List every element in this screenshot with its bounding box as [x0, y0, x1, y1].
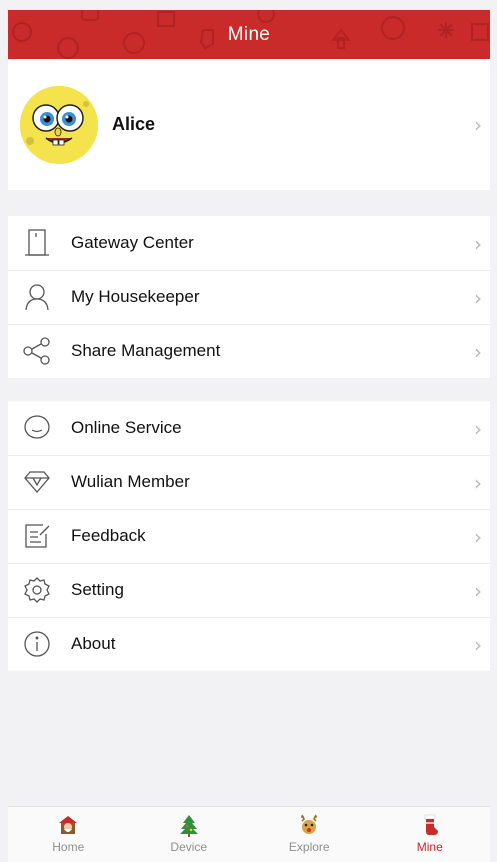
- door-icon: [22, 228, 52, 258]
- menu-item-label: About: [71, 634, 116, 653]
- tab-label: Mine: [416, 840, 443, 854]
- menu-item-label: Feedback: [71, 526, 146, 545]
- tab-label: Device: [170, 840, 208, 854]
- profile-row[interactable]: Alice ›: [8, 59, 490, 190]
- tab-home[interactable]: Home: [8, 807, 129, 862]
- tab-explore[interactable]: Explore: [249, 807, 370, 862]
- bottom-tab-bar: Home Device Explore Mine: [8, 806, 490, 862]
- tab-device[interactable]: Device: [129, 807, 250, 862]
- menu-item-setting[interactable]: Setting ›: [8, 563, 490, 617]
- avatar[interactable]: [20, 85, 98, 164]
- gear-icon: [22, 575, 52, 605]
- menu-item-label: Setting: [71, 580, 124, 599]
- info-icon: [22, 629, 52, 659]
- menu-group-general: Online Service › Wulian Member › Feedbac…: [8, 401, 490, 671]
- menu-item-label: Online Service: [71, 418, 182, 437]
- menu-item-online-service[interactable]: Online Service ›: [8, 401, 490, 455]
- share-icon: [22, 336, 52, 366]
- menu-group-account: Gateway Center › My Housekeeper › Share …: [8, 216, 490, 378]
- tab-label: Home: [52, 840, 85, 854]
- menu-item-gateway-center[interactable]: Gateway Center ›: [8, 216, 490, 270]
- menu-item-wulian-member[interactable]: Wulian Member ›: [8, 455, 490, 509]
- menu-item-label: Wulian Member: [71, 472, 190, 491]
- edit-note-icon: [22, 521, 52, 551]
- diamond-icon: [22, 467, 52, 497]
- nav-header: Mine: [8, 10, 490, 59]
- menu-item-label: Share Management: [71, 341, 221, 360]
- menu-item-label: Gateway Center: [71, 233, 194, 252]
- chevron-right-icon: ›: [474, 633, 482, 657]
- christmas-tree-icon: [179, 815, 198, 837]
- chevron-right-icon: ›: [474, 579, 482, 603]
- chevron-right-icon: ›: [474, 340, 482, 364]
- menu-item-feedback[interactable]: Feedback ›: [8, 509, 490, 563]
- chevron-right-icon: ›: [474, 286, 482, 310]
- menu-item-label: My Housekeeper: [71, 287, 200, 306]
- stocking-icon: [424, 814, 438, 835]
- person-icon: [22, 282, 52, 312]
- chevron-right-icon: ›: [474, 232, 482, 256]
- chevron-right-icon: ›: [474, 417, 482, 441]
- tab-mine[interactable]: Mine: [370, 807, 491, 862]
- tab-label: Explore: [288, 840, 330, 854]
- menu-item-my-housekeeper[interactable]: My Housekeeper ›: [8, 270, 490, 324]
- chevron-right-icon: ›: [474, 113, 482, 137]
- menu-item-about[interactable]: About ›: [8, 617, 490, 671]
- chevron-right-icon: ›: [474, 471, 482, 495]
- reindeer-icon: [301, 814, 318, 834]
- menu-item-share-management[interactable]: Share Management ›: [8, 324, 490, 378]
- chat-bubble-icon: [22, 413, 52, 443]
- page-title: Mine: [227, 23, 271, 45]
- santa-house-icon: [59, 816, 78, 834]
- sponge-character-icon: [20, 85, 98, 164]
- chevron-right-icon: ›: [474, 525, 482, 549]
- profile-name: Alice: [112, 114, 156, 134]
